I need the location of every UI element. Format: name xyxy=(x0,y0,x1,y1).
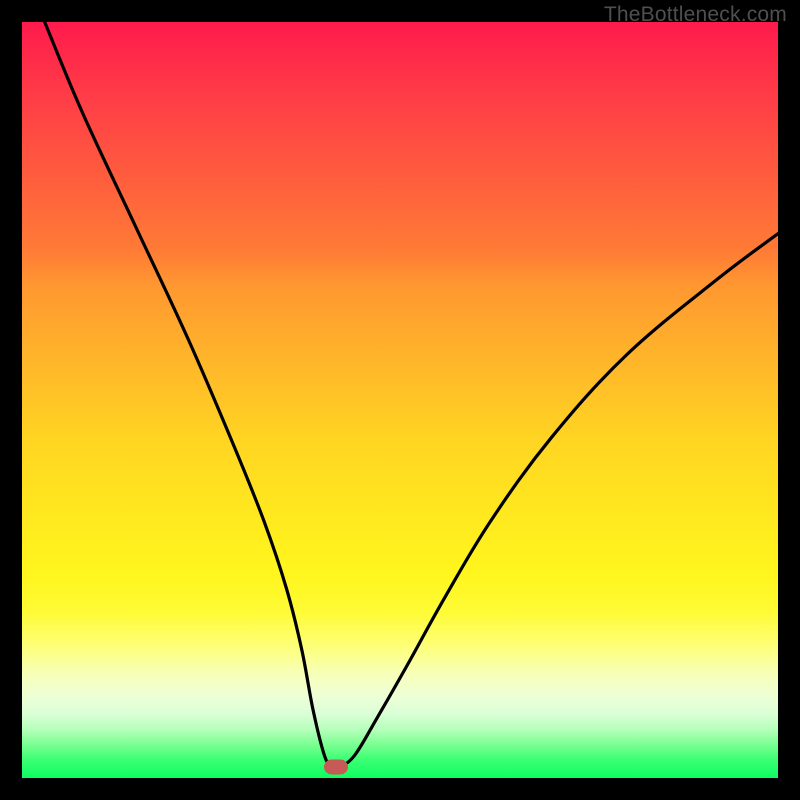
bottleneck-curve xyxy=(22,22,778,778)
chart-plot-area xyxy=(22,22,778,778)
optimal-point-marker xyxy=(324,759,348,774)
watermark-text: TheBottleneck.com xyxy=(604,3,787,27)
